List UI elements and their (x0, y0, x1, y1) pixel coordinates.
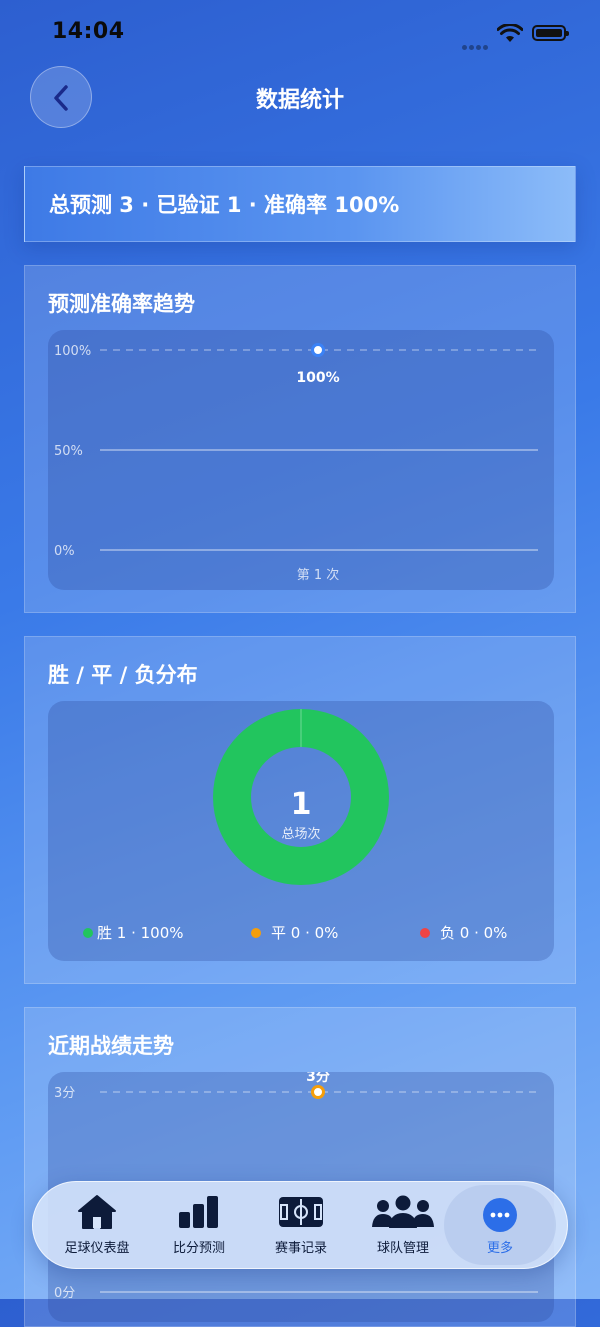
distribution-card: 胜 / 平 / 负分布 1 总场次 胜 1 · 100% 平 0 · 0% 负 … (24, 636, 576, 984)
x-tick-1: 第 1 次 (297, 567, 340, 583)
summary-text: 总预测 3 · 已验证 1 · 准确率 100% (49, 193, 400, 217)
home-icon (78, 1195, 116, 1229)
legend-loss-dot (420, 928, 430, 938)
y-tick-50: 50% (54, 444, 83, 459)
soccer-field-icon (279, 1197, 323, 1227)
y-tick-3: 3分 (54, 1086, 75, 1101)
tab-more[interactable]: 更多 (444, 1185, 556, 1265)
point-label: 3分 (306, 1072, 330, 1085)
legend-win: 胜 1 · 100% (83, 922, 184, 943)
y-tick-0: 0% (54, 544, 75, 559)
status-time: 14:04 (52, 19, 125, 44)
legend-draw: 平 0 · 0% (251, 922, 338, 943)
bar-chart-icon (179, 1196, 218, 1228)
distribution-card-title: 胜 / 平 / 负分布 (48, 663, 198, 687)
status-bar: 14:04 (0, 0, 600, 66)
signal-icon (462, 35, 490, 54)
wifi-icon (497, 24, 523, 42)
data-point (311, 1085, 325, 1099)
legend-loss-label: 负 0 · 0% (440, 924, 508, 942)
distribution-chart-panel: 1 总场次 胜 1 · 100% 平 0 · 0% 负 0 · 0% (48, 701, 554, 961)
tab-dashboard[interactable]: 足球仪表盘 (47, 1182, 147, 1268)
accuracy-trend-card: 预测准确率趋势 100% 50% 0% 100% 第 1 次 (24, 265, 576, 613)
tab-dashboard-label: 足球仪表盘 (64, 1241, 130, 1256)
y-tick-100: 100% (54, 344, 91, 359)
tab-score-prediction[interactable]: 比分预测 (149, 1182, 249, 1268)
legend-draw-dot (251, 928, 261, 938)
total-matches-label: 总场次 (281, 827, 321, 842)
total-matches-value: 1 (290, 787, 312, 822)
tab-match-records-label: 赛事记录 (274, 1241, 327, 1256)
accuracy-line-chart: 100% 50% 0% 100% 第 1 次 (54, 343, 538, 583)
legend-win-label: 胜 1 · 100% (97, 924, 184, 942)
accuracy-chart-panel: 100% 50% 0% 100% 第 1 次 (48, 330, 554, 590)
accuracy-card-title: 预测准确率趋势 (48, 292, 195, 316)
legend-draw-label: 平 0 · 0% (271, 924, 339, 942)
tab-team-management-label: 球队管理 (376, 1241, 429, 1256)
team-icon (372, 1195, 434, 1228)
data-point (311, 343, 325, 357)
summary-banner: 总预测 3 · 已验证 1 · 准确率 100% (24, 166, 576, 242)
recent-trend-card: 近期战绩走势 3分 0分 3分 (24, 1007, 576, 1327)
point-label: 100% (296, 370, 339, 386)
legend-loss: 负 0 · 0% (420, 922, 507, 943)
more-icon (483, 1198, 517, 1232)
battery-icon (532, 25, 569, 41)
tab-bar: 足球仪表盘 比分预测 赛事记录 球队管理 更多 (32, 1181, 568, 1269)
recent-card-title: 近期战绩走势 (48, 1034, 174, 1058)
legend-win-dot (83, 928, 93, 938)
tab-score-prediction-label: 比分预测 (172, 1241, 225, 1256)
tab-team-management[interactable]: 球队管理 (353, 1182, 453, 1268)
tab-more-label: 更多 (486, 1241, 513, 1256)
page-title: 数据统计 (255, 88, 344, 113)
tab-match-records[interactable]: 赛事记录 (251, 1182, 351, 1268)
